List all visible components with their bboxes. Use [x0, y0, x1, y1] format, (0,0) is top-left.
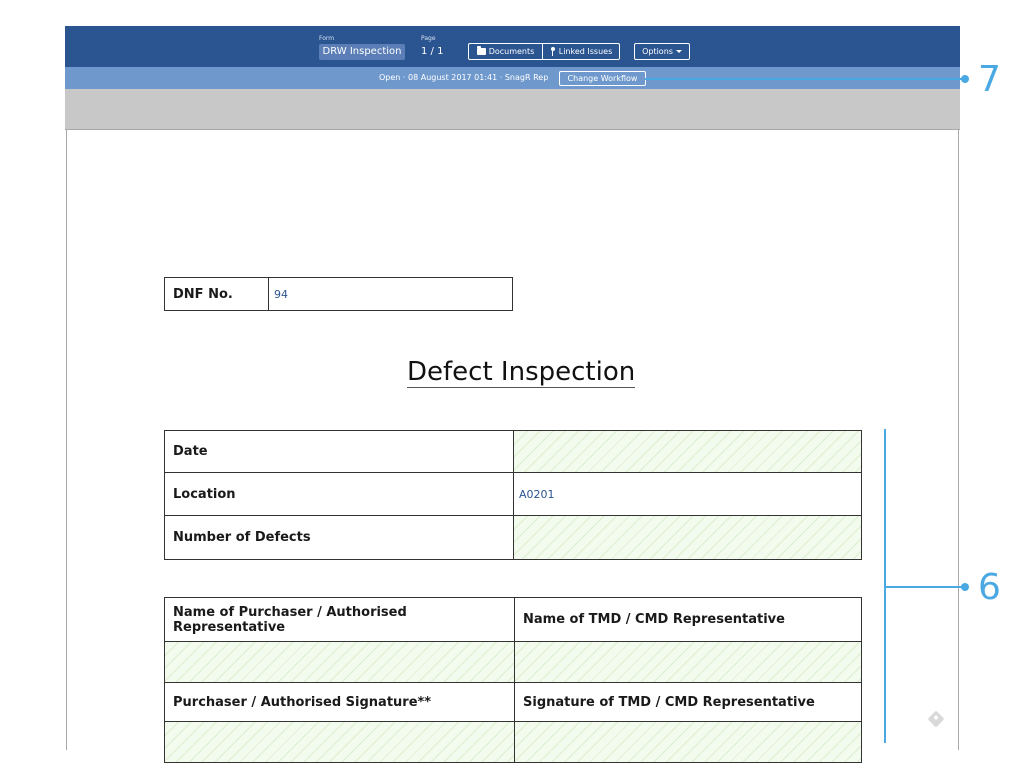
location-label: Location	[165, 473, 514, 515]
documents-button[interactable]: Documents	[469, 44, 543, 59]
annotation-6-number: 6	[978, 567, 1001, 608]
top-toolbar: Form DRW Inspection Page 1 / 1 Documents…	[65, 26, 960, 67]
document-title: Defect Inspection	[407, 357, 636, 388]
date-field[interactable]	[514, 431, 861, 472]
annotation-7-line	[645, 78, 965, 80]
purchaser-signature-header: Purchaser / Authorised Signature**	[165, 683, 515, 721]
table-row	[165, 642, 861, 683]
documents-issues-group: Documents Linked Issues	[468, 43, 620, 60]
dnf-table: DNF No. 94	[164, 277, 513, 311]
table-row: Name of Purchaser / Authorised Represent…	[165, 598, 861, 642]
linked-issues-button[interactable]: Linked Issues	[543, 44, 619, 59]
caret-down-icon	[675, 50, 682, 53]
linked-issues-label: Linked Issues	[558, 47, 613, 56]
form-name-select[interactable]: DRW Inspection	[319, 44, 405, 60]
number-of-defects-field[interactable]	[514, 516, 861, 559]
purchaser-signature-field[interactable]	[165, 722, 515, 762]
tmd-name-field[interactable]	[515, 642, 861, 682]
signatures-table: Name of Purchaser / Authorised Represent…	[164, 597, 862, 763]
page-label: Page	[421, 35, 436, 42]
annotation-7-number: 7	[978, 59, 1001, 100]
purchaser-name-header: Name of Purchaser / Authorised Represent…	[165, 598, 515, 641]
table-row: Number of Defects	[165, 516, 861, 559]
tmd-name-header: Name of TMD / CMD Representative	[523, 612, 785, 627]
status-text: Open · 08 August 2017 01:41 · SnagR Rep	[379, 73, 549, 82]
dnf-label: DNF No.	[165, 278, 269, 310]
document-toolbar-band	[65, 89, 960, 130]
tmd-signature-header: Signature of TMD / CMD Representative	[523, 694, 815, 710]
location-field[interactable]: A0201	[514, 473, 861, 515]
documents-label: Documents	[488, 47, 535, 56]
dnf-value-field[interactable]: 94	[269, 278, 512, 310]
form-label: Form	[319, 35, 335, 42]
folder-icon	[476, 46, 486, 55]
annotation-6-dot	[961, 583, 969, 591]
purchaser-name-field[interactable]	[165, 642, 515, 682]
date-label: Date	[165, 431, 514, 472]
options-label: Options	[642, 47, 673, 56]
number-of-defects-label: Number of Defects	[165, 516, 514, 559]
page-number: 1 / 1	[421, 46, 444, 57]
table-row: Location A0201	[165, 473, 861, 516]
pin-icon	[550, 47, 556, 56]
details-table: Date Location A0201 Number of Defects	[164, 430, 862, 560]
change-workflow-button[interactable]: Change Workflow	[559, 71, 646, 86]
annotation-7-dot	[961, 75, 969, 83]
table-row: Purchaser / Authorised Signature** Signa…	[165, 683, 861, 722]
tmd-signature-field[interactable]	[515, 722, 861, 762]
options-button[interactable]: Options	[634, 43, 690, 60]
table-row	[165, 722, 861, 762]
table-row: Date	[165, 431, 861, 473]
annotation-6-line	[884, 586, 964, 588]
